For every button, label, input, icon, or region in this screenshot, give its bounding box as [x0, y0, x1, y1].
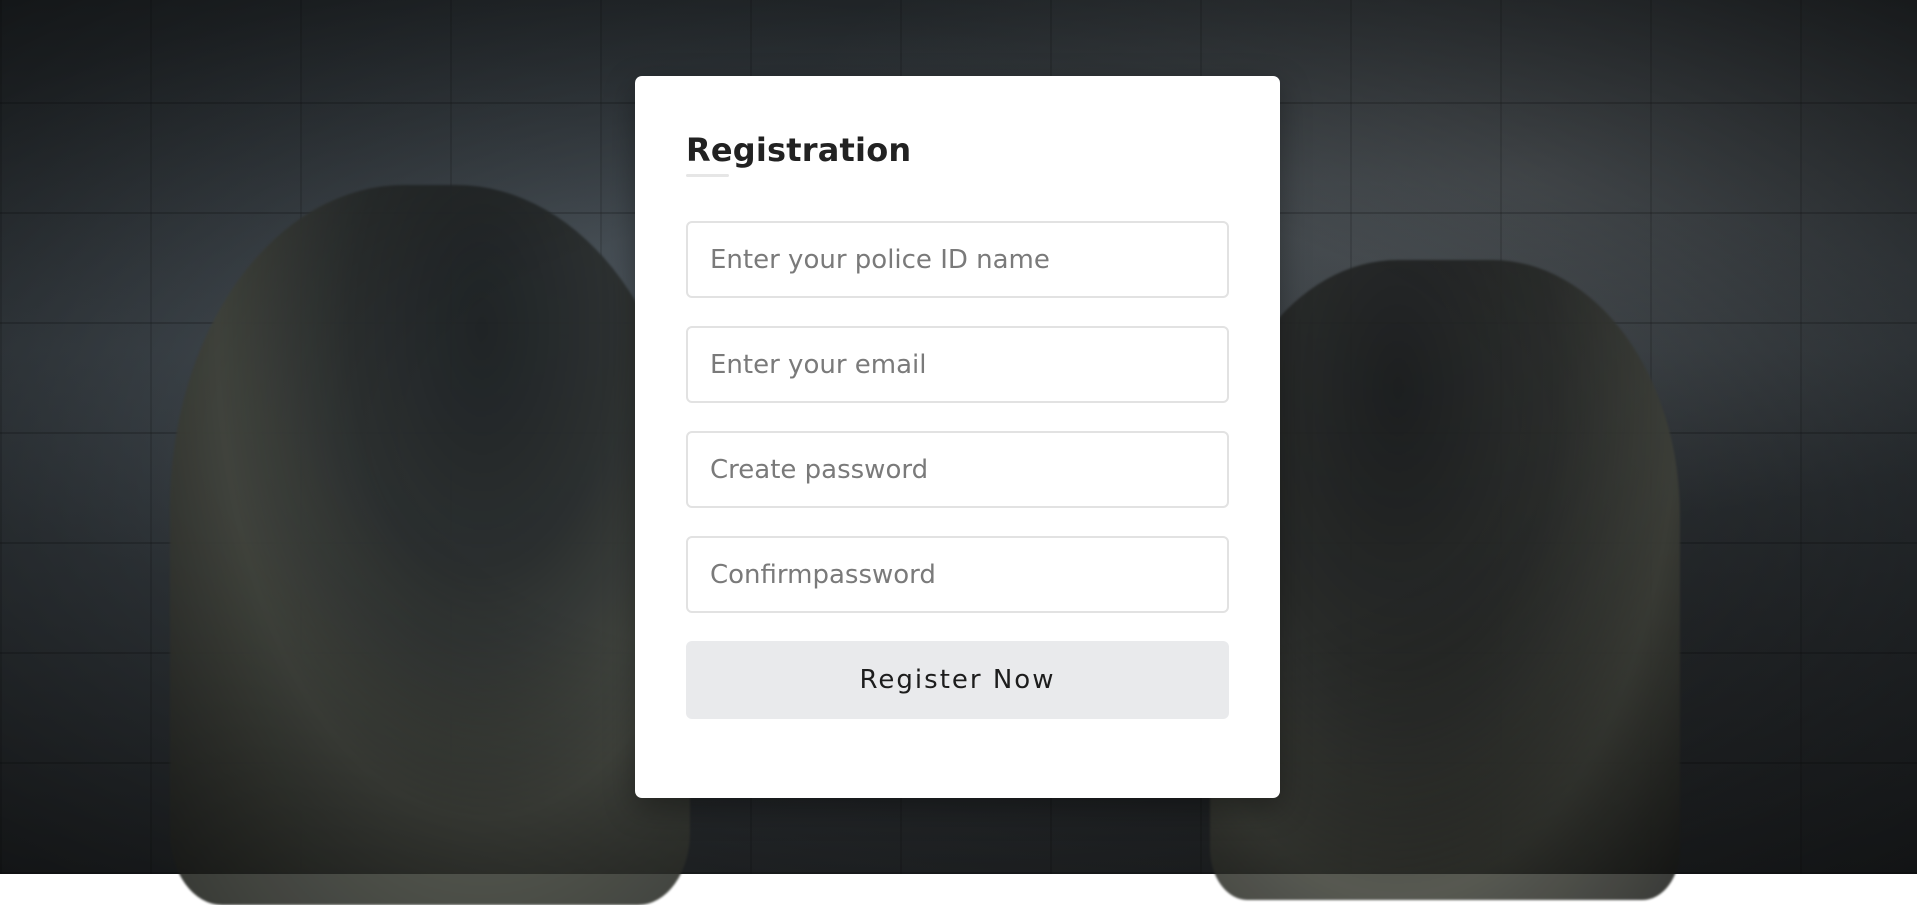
create-password-input[interactable]	[686, 431, 1229, 508]
register-now-button[interactable]: Register Now	[686, 641, 1229, 719]
police-id-name-input[interactable]	[686, 221, 1229, 298]
email-input[interactable]	[686, 326, 1229, 403]
title-underline	[686, 174, 729, 177]
confirm-password-input[interactable]	[686, 536, 1229, 613]
form-title: Registration	[686, 131, 912, 169]
registration-card: Registration Register Now	[635, 76, 1280, 798]
